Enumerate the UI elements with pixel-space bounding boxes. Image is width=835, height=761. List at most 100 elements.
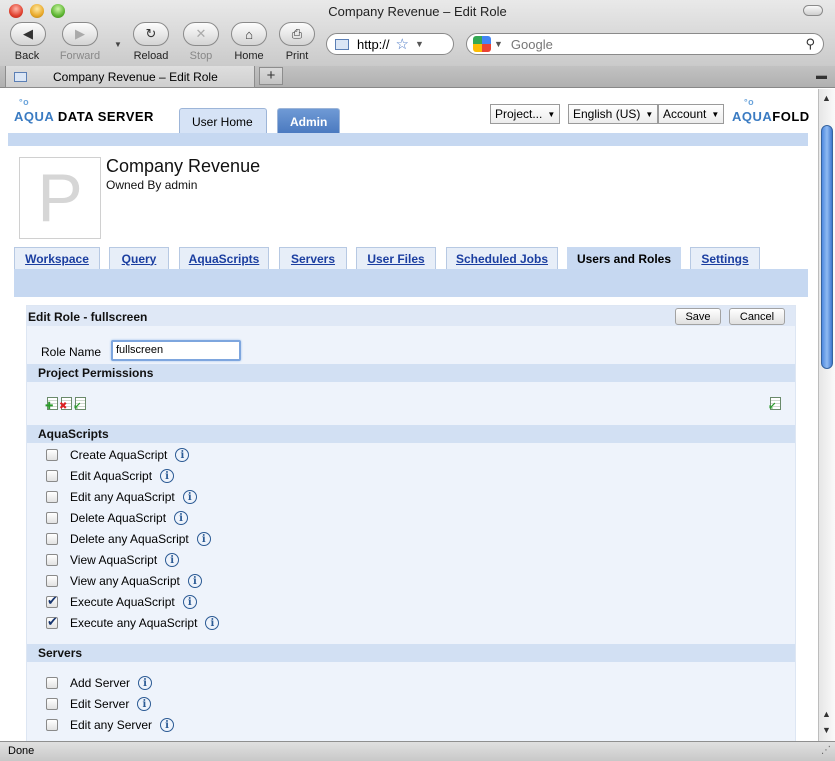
vertical-scrollbar[interactable]: ▲ ▲ ▼	[818, 89, 835, 741]
info-icon[interactable]: i	[160, 718, 175, 732]
search-engine-dropdown-icon[interactable]: ▼	[494, 39, 503, 49]
permission-label: View any AquaScript	[70, 574, 180, 588]
print-button[interactable]: ⎙	[279, 22, 315, 46]
cancel-button[interactable]: Cancel	[729, 308, 785, 325]
permission-checkbox[interactable]	[46, 470, 58, 482]
tab-workspace[interactable]: Workspace	[14, 247, 100, 269]
stop-icon: ✕	[195, 26, 207, 41]
tab-scheduled-jobs[interactable]: Scheduled Jobs	[446, 247, 558, 269]
permission-checkbox[interactable]	[46, 491, 58, 503]
history-dropdown-icon[interactable]: ▼	[114, 40, 122, 49]
permission-checkbox[interactable]	[46, 614, 58, 630]
page-content: °o AQUA DATA SERVER User Home Admin Proj…	[0, 89, 818, 741]
bubbles-icon: °o	[19, 97, 30, 107]
add-permission-icon[interactable]: ✚	[45, 397, 58, 412]
project-select[interactable]: Project... ▼	[490, 104, 561, 124]
status-text: Done	[8, 745, 35, 757]
permission-checkbox[interactable]	[46, 719, 58, 731]
window-titlebar: Company Revenue – Edit Role ◀ Back ▶ For…	[0, 0, 835, 70]
section-title: Project Permissions	[38, 366, 154, 380]
edit-role-panel: Edit Role - fullscreen Save Cancel Role …	[26, 305, 796, 741]
save-button[interactable]: Save	[675, 308, 721, 325]
permission-row: Edit any Server i	[46, 717, 175, 733]
tab-settings[interactable]: Settings	[690, 247, 760, 269]
permission-checkbox[interactable]	[46, 449, 58, 461]
search-input[interactable]: ▼ Google ⚲	[466, 33, 824, 55]
tab-admin[interactable]: Admin	[277, 108, 340, 133]
scroll-up-icon[interactable]: ▲	[822, 709, 831, 719]
browser-tab-strip: Company Revenue – Edit Role + ▬	[0, 66, 835, 88]
url-bar[interactable]: http:// ☆ ▼	[326, 33, 454, 55]
stop-button[interactable]: ✕	[183, 22, 219, 46]
tab-servers[interactable]: Servers	[279, 247, 347, 269]
permission-row: View AquaScript i	[46, 552, 180, 568]
permission-row: Delete AquaScript i	[46, 510, 189, 526]
info-icon[interactable]: i	[137, 697, 152, 711]
info-icon[interactable]: i	[182, 490, 197, 504]
tab-user-files[interactable]: User Files	[356, 247, 436, 269]
section-title: Servers	[38, 646, 83, 660]
panel-header: Edit Role - fullscreen Save Cancel	[27, 306, 795, 326]
permission-label: Edit AquaScript	[70, 469, 153, 483]
scrollbar-thumb[interactable]	[821, 125, 833, 369]
info-icon[interactable]: i	[160, 469, 175, 483]
info-icon[interactable]: i	[165, 553, 180, 567]
magnifier-icon[interactable]: ⚲	[805, 36, 815, 52]
scroll-down-icon[interactable]: ▼	[822, 725, 831, 735]
permission-row: Execute any AquaScript i	[46, 614, 220, 631]
resize-grip-icon[interactable]: ⋰	[821, 745, 831, 756]
scroll-up-icon[interactable]: ▲	[822, 93, 831, 103]
permission-checkbox[interactable]	[46, 593, 58, 609]
permission-label: Edit any AquaScript	[70, 490, 175, 504]
permission-row: Execute AquaScript i	[46, 593, 197, 610]
permission-row: Add Server i	[46, 675, 153, 691]
permission-label: Execute AquaScript	[70, 595, 175, 609]
tab-user-home[interactable]: User Home	[179, 108, 267, 133]
tab-users-and-roles[interactable]: Users and Roles	[567, 247, 681, 270]
toolbar-toggle-button[interactable]	[803, 5, 823, 16]
language-select[interactable]: English (US) ▼	[568, 104, 659, 124]
permission-checkbox[interactable]	[46, 512, 58, 524]
url-dropdown-icon[interactable]: ▼	[415, 39, 424, 49]
import-permission-icon[interactable]: ↙	[73, 397, 86, 412]
permission-checkbox[interactable]	[46, 554, 58, 566]
info-icon[interactable]: i	[187, 574, 202, 588]
section-title: AquaScripts	[38, 427, 109, 441]
reload-button[interactable]: ↻	[133, 22, 169, 46]
permission-checkbox[interactable]	[46, 677, 58, 689]
new-tab-button[interactable]: +	[259, 67, 283, 85]
page-icon	[335, 38, 349, 50]
permission-checkbox[interactable]	[46, 533, 58, 545]
header-band	[8, 133, 808, 146]
remove-permission-icon[interactable]: ✖	[59, 397, 72, 412]
forward-button[interactable]: ▶	[62, 22, 98, 46]
tab-query[interactable]: Query	[109, 247, 169, 269]
info-icon[interactable]: i	[174, 511, 189, 525]
permission-toolbar: ✚ ✖ ↙	[45, 397, 86, 412]
search-placeholder: Google	[510, 36, 553, 52]
import-permission-icon[interactable]: ↙	[768, 397, 781, 412]
role-name-input[interactable]: fullscreen	[111, 340, 241, 361]
panel-title: Edit Role - fullscreen	[28, 310, 148, 324]
back-button[interactable]: ◀	[10, 22, 46, 46]
chevron-down-icon: ▼	[711, 109, 720, 119]
tab-list-icon[interactable]: ▬	[816, 70, 827, 82]
aquascripts-section: AquaScripts	[27, 425, 795, 443]
info-icon[interactable]: i	[196, 532, 211, 546]
permission-checkbox[interactable]	[46, 575, 58, 587]
account-select[interactable]: Account ▼	[658, 104, 725, 124]
browser-tab[interactable]: Company Revenue – Edit Role	[5, 66, 255, 88]
info-icon[interactable]: i	[182, 595, 197, 609]
info-icon[interactable]: i	[205, 616, 220, 630]
tab-aquascripts[interactable]: AquaScripts	[179, 247, 269, 269]
permission-label: Edit any Server	[70, 718, 153, 732]
star-icon[interactable]: ☆	[396, 35, 409, 53]
info-icon[interactable]: i	[175, 448, 190, 462]
arrow-left-icon: ◀	[23, 26, 33, 41]
home-button[interactable]: ⌂	[231, 22, 267, 46]
role-name-label: Role Name	[41, 345, 102, 359]
permission-label: View AquaScript	[70, 553, 158, 567]
permission-label: Edit Server	[70, 697, 130, 711]
permission-checkbox[interactable]	[46, 698, 58, 710]
info-icon[interactable]: i	[138, 676, 153, 690]
